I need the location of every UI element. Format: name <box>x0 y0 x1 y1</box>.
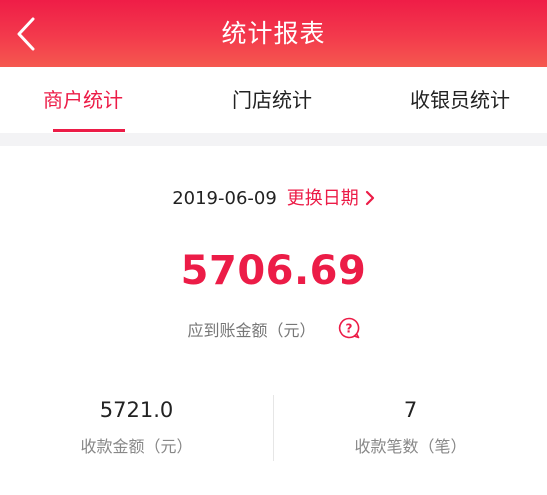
stat-received-amount: 5721.0 收款金额（元） <box>0 396 273 458</box>
stat-transaction-count: 7 收款笔数（笔） <box>274 396 547 458</box>
help-button[interactable]: ? <box>338 317 360 343</box>
date-row: 2019-06-09 更换日期 <box>0 184 547 210</box>
receivable-amount-label: 应到账金额（元） <box>187 321 316 340</box>
tab-store-stats[interactable]: 门店统计 <box>232 67 312 133</box>
question-bubble-icon: ? <box>338 317 359 339</box>
section-divider <box>0 133 547 146</box>
change-date-button[interactable]: 更换日期 <box>287 188 375 209</box>
selected-date: 2019-06-09 <box>172 188 277 209</box>
tab-merchant-stats[interactable]: 商户统计 <box>43 67 123 133</box>
tab-bar: 商户统计 门店统计 收银员统计 <box>0 67 547 133</box>
tab-cashier-stats[interactable]: 收银员统计 <box>410 67 510 133</box>
stat-value: 7 <box>403 398 418 422</box>
stat-label: 收款金额（元） <box>80 437 193 456</box>
amount-label-row: 应到账金额（元） ? <box>0 317 547 343</box>
stat-label: 收款笔数（笔） <box>354 437 467 456</box>
statistics-report-page: 统计报表 商户统计 门店统计 收银员统计 2019-06-09 更换日期 5706… <box>0 0 547 495</box>
stats-content: 2019-06-09 更换日期 5706.69 应到账金额（元） ? 5721.0… <box>0 146 547 495</box>
page-title: 统计报表 <box>221 19 326 48</box>
active-tab-indicator <box>53 129 125 132</box>
app-header: 统计报表 <box>0 0 547 67</box>
chevron-right-icon <box>365 190 374 205</box>
change-date-label: 更换日期 <box>286 188 359 209</box>
stat-value: 5721.0 <box>99 398 174 422</box>
receivable-amount: 5706.69 <box>180 248 367 294</box>
svg-text:?: ? <box>345 322 352 336</box>
